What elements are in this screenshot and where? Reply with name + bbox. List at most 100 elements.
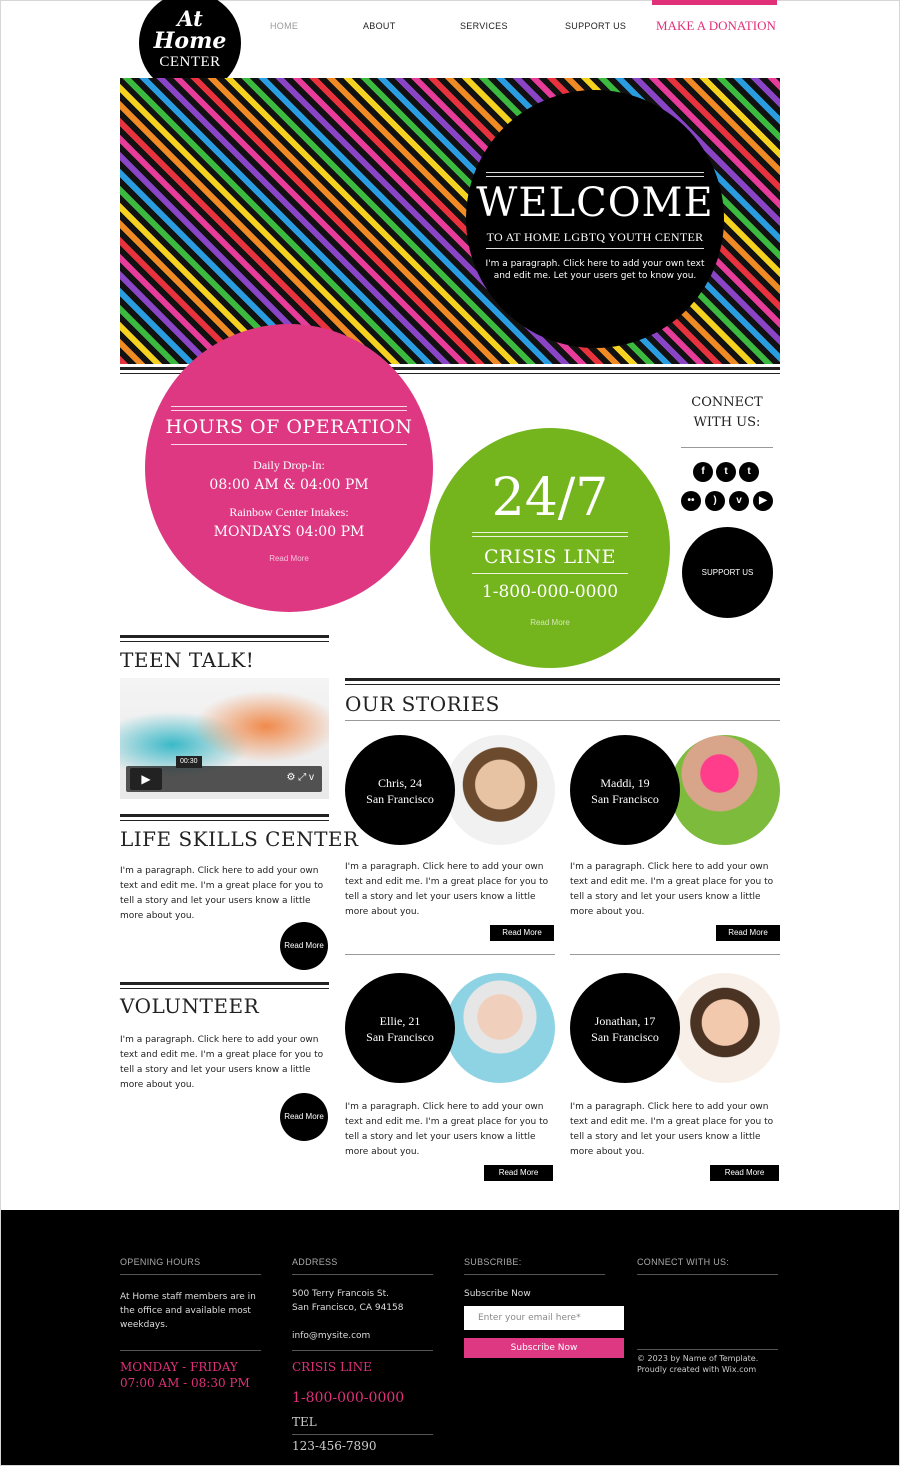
connect-divider <box>681 447 773 448</box>
footer-times: 07:00 AM - 08:30 PM <box>120 1376 250 1390</box>
nav-home[interactable]: HOME <box>270 21 298 31</box>
rss-icon[interactable]: ) <box>705 491 725 511</box>
welcome-subtitle: TO AT HOME LGBTQ YOUTH CENTER <box>486 230 704 244</box>
support-us-button[interactable]: SUPPORT US <box>682 527 773 618</box>
crisis-big-text: 24/7 <box>491 468 609 528</box>
story-circle-maddi[interactable]: Maddi, 19 San Francisco <box>570 735 680 845</box>
nav-support-us[interactable]: SUPPORT US <box>565 21 626 31</box>
crisis-circle: 24/7 CRISIS LINE 1-800-000-0000 Read Mor… <box>430 428 670 668</box>
footer-copyright-line2[interactable]: Proudly created with Wix.com <box>637 1364 756 1375</box>
stories-title-rule <box>345 720 780 721</box>
volunteer-divider <box>120 982 329 989</box>
footer-address-line2: San Francisco, CA 94158 <box>292 1303 404 1313</box>
story-text: I'm a paragraph. Click here to add your … <box>345 1102 549 1157</box>
footer-days: MONDAY - FRIDAY <box>120 1360 238 1374</box>
footer-tel-label: TEL <box>292 1415 317 1429</box>
footer-hours-text: At Home staff members are in the office … <box>120 1292 256 1330</box>
story-circle-jonathan[interactable]: Jonathan, 17 San Francisco <box>570 973 680 1083</box>
connect-heading: CONNECT WITH US: <box>681 393 773 433</box>
tumblr-icon[interactable]: t <box>739 462 759 482</box>
connect-line2: WITH US: <box>693 415 761 430</box>
intake-label: Rainbow Center Intakes: <box>229 505 349 519</box>
life-skills-title: LIFE SKILLS CENTER <box>120 827 359 851</box>
story-read-more-button[interactable]: Read More <box>710 1165 779 1181</box>
hours-rule-top <box>171 406 407 407</box>
flickr-icon[interactable]: •• <box>681 491 701 511</box>
story-text: I'm a paragraph. Click here to add your … <box>570 862 774 917</box>
crisis-rule-top-2 <box>472 536 628 537</box>
story-read-more-button[interactable]: Read More <box>716 925 780 941</box>
facebook-icon[interactable]: f <box>693 462 713 482</box>
email-input[interactable]: Enter your email here* <box>464 1306 624 1330</box>
crisis-label: CRISIS LINE <box>483 546 617 568</box>
story-name: Jonathan, 17 <box>594 1014 656 1028</box>
nav-services[interactable]: SERVICES <box>460 21 508 31</box>
footer-crisis-phone[interactable]: 1-800-000-0000 <box>292 1390 404 1406</box>
youtube-icon[interactable]: ▶ <box>753 491 773 511</box>
life-skills-divider <box>120 814 329 821</box>
story-photo-chris <box>445 735 555 845</box>
story-city: San Francisco <box>366 792 434 806</box>
stories-title: OUR STORIES <box>345 692 500 716</box>
footer-subscribe-label: Subscribe Now <box>464 1289 531 1299</box>
story-photo-jonathan <box>670 973 780 1083</box>
story-read-more-button[interactable]: Read More <box>490 925 554 941</box>
hours-rule-top-2 <box>171 410 407 411</box>
welcome-text: I'm a paragraph. Click here to add your … <box>485 259 705 281</box>
story-circle-chris[interactable]: Chris, 24 San Francisco <box>345 735 455 845</box>
story-circle-ellie[interactable]: Ellie, 21 San Francisco <box>345 973 455 1083</box>
footer-hours-title: OPENING HOURS <box>120 1257 201 1267</box>
video-controls: ▶ 00:30 ⚙ ⤢ v <box>126 756 322 792</box>
crisis-rule-bottom <box>472 573 628 574</box>
footer-hours-rule <box>120 1274 261 1275</box>
life-skills-read-more[interactable]: Read More <box>280 922 328 970</box>
footer-tel[interactable]: 123-456-7890 <box>292 1439 376 1453</box>
donation-link-label: MAKE A DONATION <box>656 18 776 33</box>
nav-about[interactable]: ABOUT <box>363 21 396 31</box>
story-text: I'm a paragraph. Click here to add your … <box>570 1102 774 1157</box>
footer-crisis-label: CRISIS LINE <box>292 1360 372 1374</box>
stories-divider <box>345 678 780 685</box>
story-photo-ellie <box>445 973 555 1083</box>
footer-email[interactable]: info@mysite.com <box>292 1329 370 1343</box>
subscribe-button[interactable]: Subscribe Now <box>464 1338 624 1358</box>
welcome-circle: WELCOME TO AT HOME LGBTQ YOUTH CENTER I'… <box>466 90 724 348</box>
volunteer-text: I'm a paragraph. Click here to add your … <box>120 1035 324 1090</box>
teen-talk-title: TEEN TALK! <box>120 648 255 672</box>
story-divider <box>345 954 555 955</box>
welcome-rule-top-2 <box>486 176 704 177</box>
story-city: San Francisco <box>591 792 659 806</box>
life-skills-text: I'm a paragraph. Click here to add your … <box>120 866 324 921</box>
footer-subscribe-title: SUBSCRIBE: <box>464 1257 522 1267</box>
story-read-more-button[interactable]: Read More <box>484 1165 553 1181</box>
story-name: Ellie, 21 <box>379 1014 421 1028</box>
footer-address-title: ADDRESS <box>292 1257 338 1267</box>
footer-address-rule-2 <box>292 1350 433 1351</box>
dropin-label: Daily Drop-In: <box>253 458 325 472</box>
footer-hours-rule-2 <box>120 1350 261 1351</box>
footer-subscribe-rule <box>464 1274 605 1275</box>
play-icon[interactable]: ▶ <box>130 768 162 790</box>
hours-circle: HOURS OF OPERATION Daily Drop-In: 08:00 … <box>145 324 433 612</box>
video-settings-icon[interactable]: ⚙ ⤢ v <box>286 772 314 783</box>
hours-title: HOURS OF OPERATION <box>165 416 413 438</box>
welcome-rule-top <box>486 172 704 173</box>
welcome-rule-bottom <box>486 248 704 249</box>
donation-link[interactable]: MAKE A DONATION <box>652 0 777 40</box>
welcome-title: WELCOME <box>476 180 714 226</box>
video-time: 00:30 <box>176 756 202 768</box>
crisis-read-more[interactable]: Read More <box>430 618 670 627</box>
vimeo-icon[interactable]: v <box>729 491 749 511</box>
footer-copyright-line1: © 2023 by Name of Template. <box>637 1354 759 1363</box>
crisis-phone[interactable]: 1-800-000-0000 <box>430 582 670 602</box>
connect-line1: CONNECT <box>691 395 763 410</box>
footer-tel-rule <box>292 1434 433 1435</box>
story-text: I'm a paragraph. Click here to add your … <box>345 862 549 917</box>
footer-address-rule <box>292 1274 433 1275</box>
teen-talk-video[interactable]: ▶ 00:30 ⚙ ⤢ v <box>120 678 329 799</box>
twitter-icon[interactable]: t <box>716 462 736 482</box>
volunteer-read-more[interactable]: Read More <box>280 1093 328 1141</box>
story-name: Chris, 24 <box>377 776 422 790</box>
hours-read-more[interactable]: Read More <box>145 554 433 563</box>
footer <box>1 1210 899 1465</box>
